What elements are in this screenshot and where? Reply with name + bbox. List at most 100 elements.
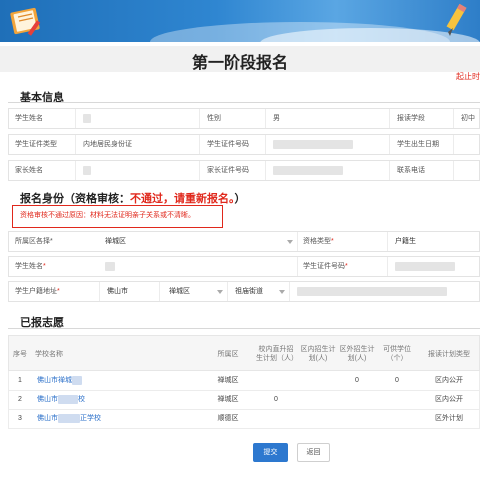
area-select[interactable]: 禅城区	[105, 232, 299, 251]
divider	[265, 135, 266, 154]
gender-value: 男	[273, 115, 280, 122]
seats-cell: 0	[395, 377, 399, 384]
hukou-street-select[interactable]: 祖庙街道	[235, 282, 275, 301]
in-district-cell	[299, 390, 337, 409]
redacted	[297, 286, 447, 296]
id-number-value	[273, 135, 353, 154]
divider	[199, 109, 200, 128]
column-header: 校内直升招生计划（人）	[256, 346, 298, 362]
school-name-suffix: 校	[78, 396, 85, 403]
column-header: 所属区	[217, 350, 239, 358]
field-label: 报读学段	[397, 115, 425, 122]
identity-form-row: 学生户籍地址* 佛山市 禅城区 祖庙街道	[8, 281, 480, 302]
district-cell: 禅城区	[217, 377, 239, 384]
divider	[75, 161, 76, 180]
field-label: 学生姓名	[15, 115, 43, 122]
out-district-cell	[339, 409, 375, 428]
column-header: 序号	[13, 350, 27, 358]
identity-heading-suffix: ）	[234, 193, 246, 205]
divider	[453, 109, 454, 128]
name-label: 学生姓名	[15, 263, 43, 270]
id-label: 学生证件号码	[303, 263, 345, 270]
student-id-input[interactable]	[395, 257, 455, 276]
field-label: 家长姓名	[15, 167, 43, 174]
chevron-down-icon	[279, 290, 285, 294]
row-number: 3	[18, 415, 22, 422]
student-name-value	[83, 109, 91, 128]
school-name-suffix: 正学校	[80, 415, 101, 422]
divider	[227, 282, 228, 301]
divider	[387, 232, 388, 251]
divider	[297, 257, 298, 276]
basic-info-row: 学生姓名 性别 男 报读学段 初中	[8, 108, 480, 129]
chevron-down-icon	[287, 240, 293, 244]
redacted	[72, 375, 82, 385]
back-button[interactable]: 返回	[297, 443, 330, 462]
seats-cell	[379, 390, 415, 409]
divider	[389, 161, 390, 180]
divider	[8, 328, 480, 329]
school-name-link[interactable]: 佛山市 校	[37, 390, 85, 409]
divider	[265, 109, 266, 128]
field-label: 性别	[207, 115, 221, 122]
redacted	[83, 165, 91, 175]
in-district-cell	[299, 371, 337, 390]
out-district-cell: 0	[355, 377, 359, 384]
field-label: 学生证件号码	[207, 141, 249, 148]
district-cell: 顺德区	[217, 415, 239, 422]
hukou-city-select[interactable]: 佛山市	[107, 282, 155, 301]
submit-button[interactable]: 提交	[253, 443, 288, 462]
table-row: 3 佛山市 正学校 顺德区 区外计划	[8, 409, 480, 429]
table-header: 序号 学校名称 所属区 校内直升招生计划（人） 区内招生计划(人) 区外招生计划…	[8, 335, 480, 371]
divider	[265, 161, 266, 180]
table-row: 1 佛山市禅城 禅城区 0 0 区内公开	[8, 371, 480, 391]
header-banner	[0, 0, 480, 42]
student-name-input[interactable]	[105, 257, 115, 276]
field-label: 学生户籍地址*	[15, 282, 60, 301]
redacted	[395, 261, 455, 271]
divider	[453, 161, 454, 180]
school-name: 佛山市	[37, 396, 58, 403]
audit-reject-reason: 资格审核不通过原因：材料无法证明亲子关系或不清晰。	[12, 205, 223, 228]
qual-type-select[interactable]: 户籍生	[395, 232, 479, 251]
identity-heading-prefix: 报名身份（资格审核：	[20, 193, 130, 205]
redacted	[105, 261, 115, 271]
deadline-text: 起止时	[456, 72, 480, 81]
identity-form-row: 学生姓名* 学生证件号码*	[8, 256, 480, 277]
required-mark: *	[345, 263, 348, 270]
field-label: 资格类型*	[303, 232, 334, 251]
parent-id-value	[273, 161, 343, 180]
internal-plan-cell: 0	[274, 396, 278, 403]
divider	[99, 282, 100, 301]
required-mark: *	[43, 263, 46, 270]
identity-form-row: 所属区各择* 禅城区 资格类型* 户籍生	[8, 231, 480, 252]
hukou-district-select[interactable]: 禅城区	[169, 282, 209, 301]
field-label: 学生姓名*	[15, 257, 46, 276]
page-title: 第一阶段报名	[191, 55, 288, 72]
divider	[75, 135, 76, 154]
hukou-label: 学生户籍地址	[15, 288, 57, 295]
column-header: 可供学位（个）	[383, 346, 411, 362]
stage-value: 初中	[461, 115, 475, 122]
plan-type-cell: 区内公开	[435, 377, 463, 384]
column-header: 学校名称	[35, 350, 63, 358]
divider	[453, 135, 454, 154]
section-identity-title: 报名身份（资格审核：不通过，请重新报名。）	[20, 190, 246, 206]
divider	[199, 135, 200, 154]
school-name-link[interactable]: 佛山市禅城	[37, 371, 82, 390]
audit-status: 不通过，请重新报名。	[130, 193, 235, 205]
basic-info-row: 学生证件类型 内地居民身份证 学生证件号码 学生出生日期	[8, 134, 480, 155]
redacted	[83, 113, 91, 123]
hukou-detail-input[interactable]	[297, 282, 447, 301]
divider	[159, 282, 160, 301]
row-number: 2	[18, 396, 22, 403]
redacted	[58, 413, 80, 423]
required-mark: *	[57, 288, 60, 295]
chevron-down-icon	[217, 290, 223, 294]
school-name-link[interactable]: 佛山市 正学校	[37, 409, 101, 428]
parent-name-value	[83, 161, 91, 180]
required-mark: *	[331, 238, 334, 245]
seats-cell	[379, 409, 415, 428]
divider	[8, 102, 480, 103]
notebook-icon	[10, 7, 41, 36]
